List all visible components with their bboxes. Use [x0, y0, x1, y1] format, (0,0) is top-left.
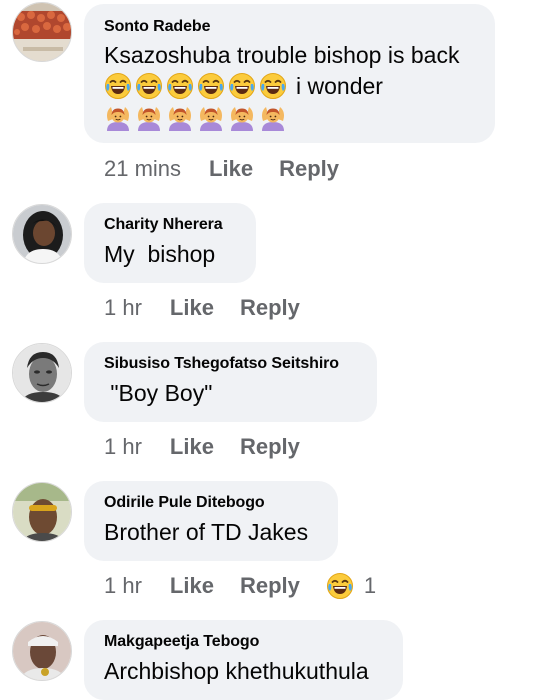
- reply-button[interactable]: Reply: [240, 295, 300, 321]
- comment-timestamp[interactable]: 1 hr: [104, 573, 142, 599]
- laughing-emoji-icon: [197, 72, 225, 100]
- comment-text: Archbishop khethukuthula: [104, 658, 369, 684]
- laughing-emoji-icon: [135, 72, 163, 100]
- avatar[interactable]: [12, 482, 72, 542]
- reply-button[interactable]: Reply: [240, 434, 300, 460]
- like-button[interactable]: Like: [170, 295, 214, 321]
- laugh-emoji-row: i wonder: [104, 70, 475, 102]
- avatar[interactable]: [12, 2, 72, 62]
- comment-text: "Boy Boy": [104, 380, 213, 406]
- woman-gesturing-ok-emoji-icon: [104, 104, 132, 132]
- woman-gesturing-ok-emoji-icon: [259, 104, 287, 132]
- comment-author[interactable]: Charity Nherera: [104, 215, 236, 235]
- comment-bubble: Odirile Pule Ditebogo Brother of TD Jake…: [84, 481, 338, 561]
- comment-author[interactable]: Odirile Pule Ditebogo: [104, 493, 318, 513]
- laughing-emoji-icon: [166, 72, 194, 100]
- comment-author[interactable]: Sonto Radebe: [104, 17, 475, 37]
- comment-author[interactable]: Makgapeetja Tebogo: [104, 632, 383, 652]
- like-button[interactable]: Like: [170, 434, 214, 460]
- comment-text: My bishop: [104, 241, 216, 267]
- woman-gesturing-ok-emoji-icon: [197, 104, 225, 132]
- reply-button[interactable]: Reply: [279, 156, 339, 182]
- laughing-emoji-icon: [259, 72, 287, 100]
- comment-actions: 1 hr Like Reply: [104, 293, 326, 323]
- comment-actions: 1 hr Like Reply 1: [104, 571, 376, 601]
- like-button[interactable]: Like: [209, 156, 253, 182]
- avatar[interactable]: [12, 343, 72, 403]
- comment-text: Brother of TD Jakes: [104, 519, 309, 545]
- laughing-emoji-icon: [228, 72, 256, 100]
- comment-bubble: Makgapeetja Tebogo Archbishop khethukuth…: [84, 620, 403, 700]
- comment-actions: 1 hr Like Reply: [104, 432, 326, 462]
- comment-actions: 21 mins Like Reply: [104, 154, 365, 184]
- comment-text: Ksazoshuba trouble bishop is back: [104, 42, 460, 68]
- comment-timestamp[interactable]: 21 mins: [104, 156, 181, 182]
- reaction-summary[interactable]: 1: [326, 572, 376, 600]
- comment-timestamp[interactable]: 1 hr: [104, 295, 142, 321]
- reaction-count: 1: [363, 573, 377, 598]
- laughing-emoji-icon: [104, 72, 132, 100]
- woman-gesturing-ok-emoji-icon: [228, 104, 256, 132]
- comment-timestamp[interactable]: 1 hr: [104, 434, 142, 460]
- comment-author[interactable]: Sibusiso Tshegofatso Seitshiro: [104, 354, 357, 374]
- comment-text-suffix: i wonder: [296, 73, 383, 99]
- woman-gesturing-ok-emoji-icon: [166, 104, 194, 132]
- comment-bubble: Sonto Radebe Ksazoshuba trouble bishop i…: [84, 4, 495, 143]
- reply-button[interactable]: Reply: [240, 573, 300, 599]
- comment-bubble: Charity Nherera My bishop: [84, 203, 256, 283]
- avatar[interactable]: [12, 204, 72, 264]
- comment-bubble: Sibusiso Tshegofatso Seitshiro "Boy Boy": [84, 342, 377, 422]
- like-button[interactable]: Like: [170, 573, 214, 599]
- laughing-emoji-icon: [326, 572, 354, 600]
- avatar[interactable]: [12, 621, 72, 681]
- woman-gesturing-ok-emoji-icon: [135, 104, 163, 132]
- gesture-emoji-row: [104, 102, 475, 134]
